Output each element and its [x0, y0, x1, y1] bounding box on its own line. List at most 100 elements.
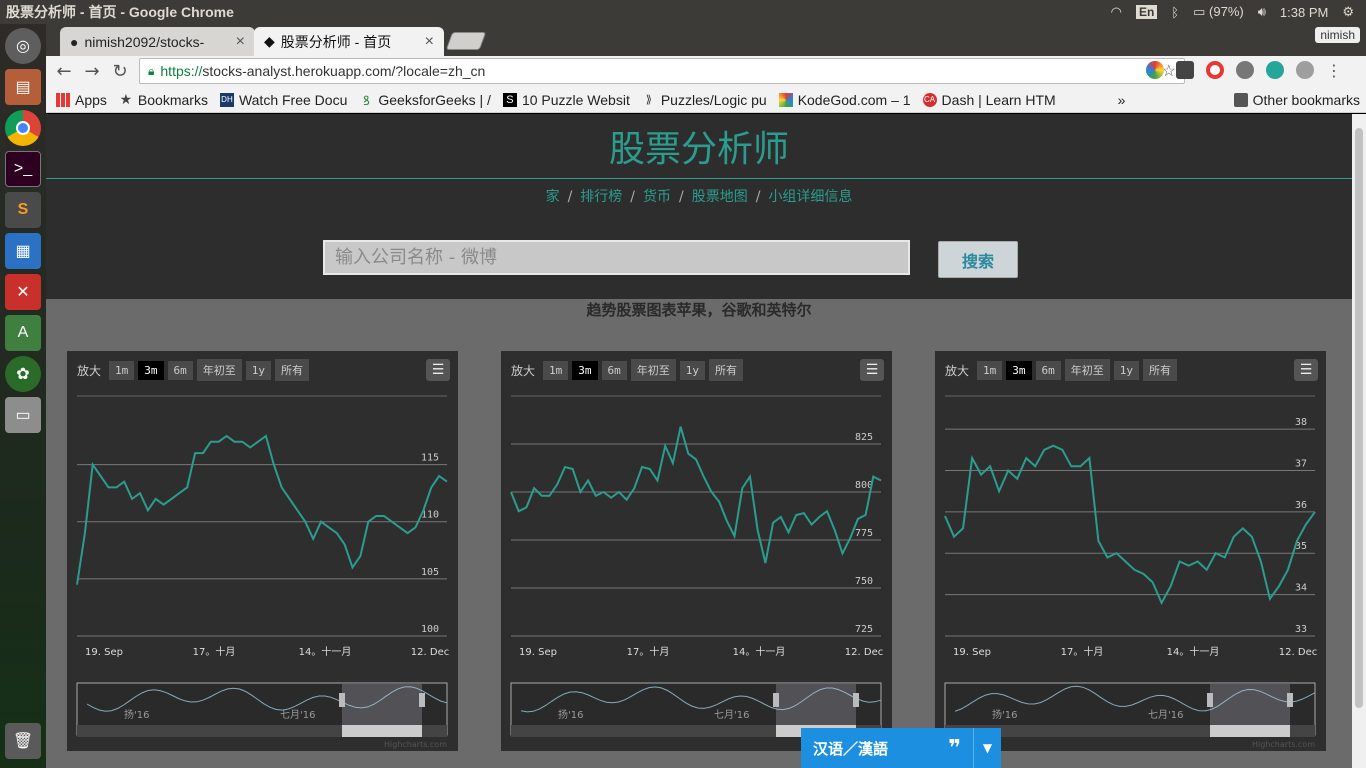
y-tick-label: 105 [421, 567, 439, 578]
bookmark-dash[interactable]: CA Dash | Learn HTM [917, 92, 1062, 108]
tab-github[interactable]: ● nimish2092/stocks- × [60, 27, 255, 56]
terminal-icon[interactable]: >_ [5, 151, 41, 187]
files-icon[interactable]: ▤ [5, 69, 41, 105]
reload-icon[interactable]: ↻ [106, 61, 134, 82]
extension-opera-icon[interactable] [1206, 61, 1224, 79]
bookmark-label: KodeGod.com – 1 [797, 91, 911, 108]
navigator-label: 扬'16 [124, 708, 149, 721]
navigator-handle-left [773, 693, 779, 707]
chevron-down-icon[interactable]: ▼ [973, 728, 1001, 768]
tab-strip: ● nimish2092/stocks- × ◆ 股票分析师 - 首页 × ni… [46, 24, 1366, 56]
new-tab-button[interactable] [445, 32, 487, 50]
keyboard-layout[interactable]: En [1135, 5, 1158, 19]
site-header: 股票分析师 家 / 排行榜 / 货币 / 股票地图 / 小组详细信息 搜索 [46, 114, 1352, 299]
clock[interactable]: 1:38 PM [1280, 5, 1328, 20]
translator-widget[interactable]: 汉语／漢語 ❞ ▼ [801, 728, 1001, 768]
drive-icon[interactable]: ▭ [5, 397, 41, 433]
extensions-area: ⋮ [1146, 61, 1342, 80]
quote-icon[interactable]: ❞ [948, 736, 961, 761]
browser-toolbar: ← → ↻ 🔒︎ https:// stocks-analyst.herokua… [46, 56, 1366, 87]
bookmarks-bar: Apps ★ Bookmarks DH Watch Free Docu ꝸ Geeks… [46, 87, 1366, 113]
close-icon[interactable]: × [425, 33, 434, 51]
battery-icon: ▭ [1193, 4, 1206, 19]
settings-icon[interactable]: ✕ [5, 274, 41, 310]
bookmarks-overflow[interactable]: » [1112, 92, 1132, 108]
dash-icon: CA [922, 92, 937, 107]
x-tick-label: 19. Sep [953, 647, 991, 658]
trash-icon[interactable]: 🗑︎ [5, 723, 41, 759]
y-tick-label: 37 [1295, 458, 1307, 469]
back-arrow-icon[interactable]: ← [50, 61, 78, 82]
navigator-label: 七月'16 [280, 709, 315, 721]
profile-button[interactable]: nimish [1315, 27, 1360, 43]
navigator-handle-left [339, 693, 345, 707]
chart-svg: 10010511011519. Sep 17。十月 14。十一月 12. Dec扬'1… [76, 395, 449, 749]
chrome-icon[interactable] [5, 110, 41, 146]
x-tick-label: 14。十一月 [1167, 645, 1220, 658]
nav-currency[interactable]: 货币 [643, 189, 671, 205]
search-button[interactable]: 搜索 [938, 241, 1018, 278]
nav-separator: / [630, 189, 635, 205]
nav-team-details[interactable]: 小组详细信息 [768, 189, 852, 205]
nav-home[interactable]: 家 [546, 189, 560, 205]
ubuntu-icon[interactable]: ◎ [5, 28, 41, 64]
nav-leaderboard[interactable]: 排行榜 [580, 189, 622, 205]
extension-bug-icon[interactable] [1236, 61, 1254, 79]
navigator-scroll-thumb [1210, 725, 1290, 737]
navigator-handle-right [853, 693, 859, 707]
sublime-icon[interactable]: S [5, 192, 41, 228]
nav-separator: / [679, 189, 684, 205]
wifi-icon[interactable]: ◠ [1111, 4, 1122, 20]
extension-color-icon[interactable] [1146, 61, 1164, 79]
scrollbar-thumb[interactable] [1355, 128, 1363, 708]
extension-m-icon[interactable] [1266, 61, 1284, 79]
close-icon[interactable]: × [236, 33, 245, 51]
x-tick-label: 17。十月 [193, 645, 236, 658]
nav-separator: / [567, 189, 573, 205]
other-bookmarks[interactable]: Other bookmarks [1228, 92, 1366, 108]
extension-p-icon[interactable] [1296, 61, 1314, 79]
y-tick-label: 34 [1295, 583, 1307, 594]
bookmark-apps[interactable]: Apps [46, 92, 113, 108]
x-tick-label: 19. Sep [519, 647, 557, 658]
bookmark-puzzles-logic[interactable]: ⟫ Puzzles/Logic pu [636, 92, 773, 108]
battery-indicator[interactable]: ▭ (97%) [1193, 4, 1244, 20]
bookmark-label: Other bookmarks [1252, 91, 1360, 108]
navigator-handle-right [1287, 693, 1293, 707]
bluetooth-icon[interactable]: ᛒ [1171, 5, 1179, 20]
tab-stocks-analyst[interactable]: ◆ 股票分析师 - 首页 × [254, 27, 444, 56]
battery-percent: (97%) [1209, 4, 1244, 19]
chart-svg: 33343536373819. Sep 17。十月 14。十一月 12. Dec扬'1… [944, 395, 1317, 749]
bookmark-bookmarks[interactable]: ★ Bookmarks [113, 91, 214, 108]
url-text: stocks-analyst.herokuapp.com/?locale=zh_… [202, 63, 486, 79]
power-gear-icon[interactable]: ⚙ [1342, 4, 1354, 20]
chrome-menu-icon[interactable]: ⋮ [1326, 61, 1342, 80]
android-studio-icon[interactable]: A [5, 315, 41, 351]
nav-stock-map[interactable]: 股票地图 [692, 189, 748, 205]
volume-icon[interactable]: 🔊︎ [1258, 4, 1266, 20]
writer-icon[interactable]: ▦ [5, 233, 41, 269]
y-tick-label: 33 [1295, 624, 1307, 635]
gfg-icon: ꝸ [362, 92, 370, 108]
x-tick-label: 12. Dec [845, 647, 883, 658]
bookmark-geeksforgeeks[interactable]: ꝸ GeeksforGeeks | / [353, 92, 497, 108]
forward-arrow-icon[interactable]: → [78, 61, 106, 82]
address-bar[interactable]: 🔒︎ https:// stocks-analyst.herokuapp.com… [139, 58, 1185, 84]
bookmark-kodegod[interactable]: KodeGod.com – 1 [773, 92, 917, 108]
bookmark-label: 10 Puzzle Websit [521, 91, 630, 108]
tab-title: nimish2092/stocks- [84, 33, 205, 50]
page-scrollbar[interactable] [1352, 114, 1366, 768]
lock-icon: 🔒︎ [148, 63, 155, 78]
navigator-label: 扬'16 [992, 708, 1017, 721]
extension-puzzle-icon[interactable] [1176, 61, 1194, 79]
bookmark-label: Puzzles/Logic pu [660, 91, 767, 108]
bookmark-label: GeeksforGeeks | / [378, 91, 491, 108]
bookmark-10-puzzle[interactable]: S 10 Puzzle Websit [497, 92, 636, 108]
navigator-label: 七月'16 [1148, 709, 1183, 721]
y-tick-label: 38 [1295, 417, 1307, 428]
bookmark-watch-free-docu[interactable]: DH Watch Free Docu [214, 92, 353, 108]
x-tick-label: 12. Dec [411, 647, 449, 658]
company-search-input[interactable] [323, 240, 910, 275]
window-title: 股票分析师 - 首页 - Google Chrome [6, 4, 234, 20]
android-icon[interactable]: ✿ [5, 356, 41, 392]
